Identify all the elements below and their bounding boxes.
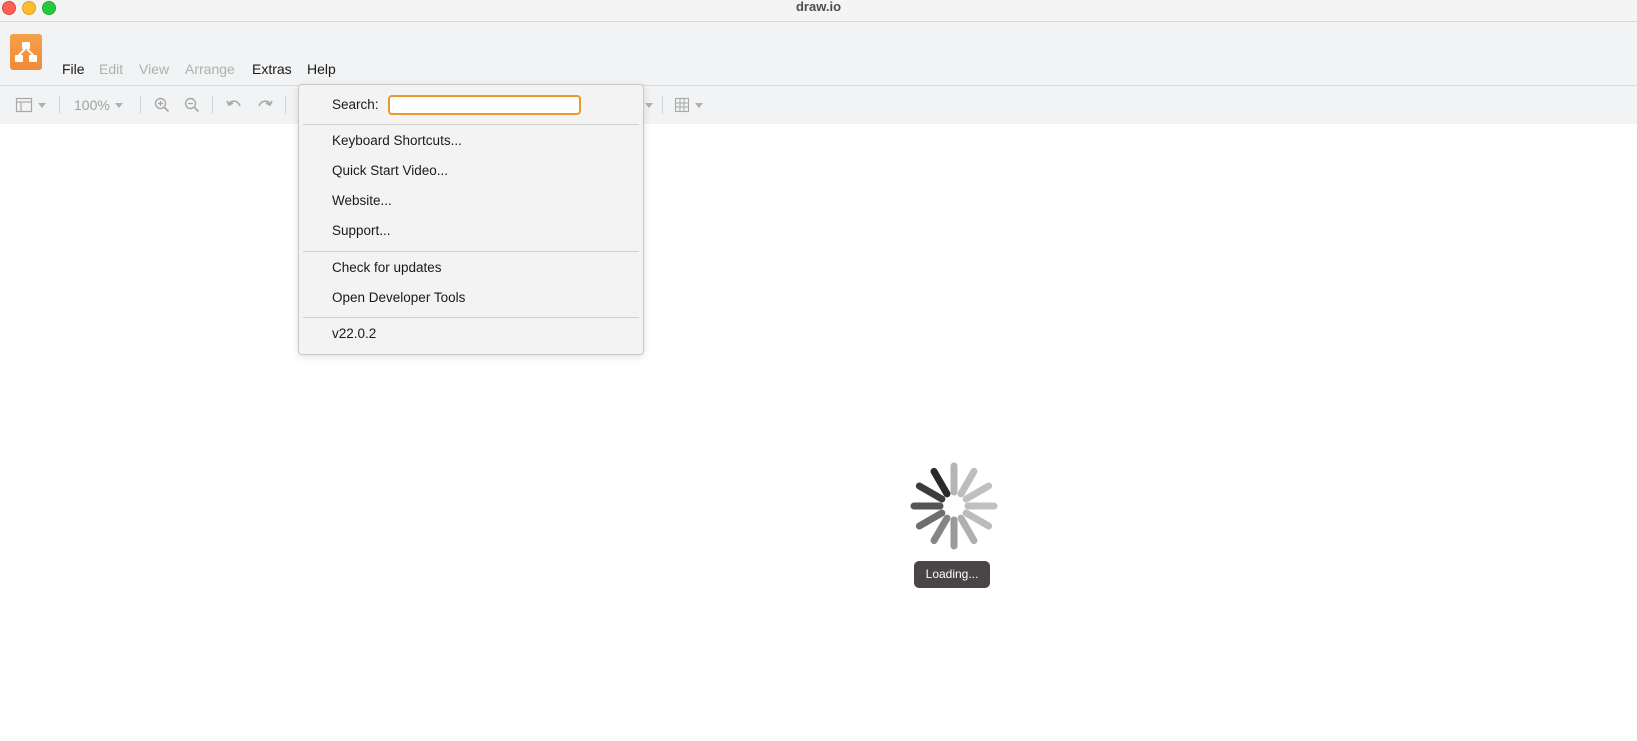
toolbar: 100% — [0, 85, 1637, 125]
window-title: draw.io — [795, 0, 842, 14]
zoom-out-button[interactable] — [183, 94, 201, 116]
format-panel-icon — [15, 97, 33, 113]
table-button[interactable] — [674, 94, 703, 116]
format-panel-button[interactable] — [15, 94, 46, 116]
menu-arrange[interactable]: Arrange — [185, 61, 235, 77]
drawio-logo-icon — [10, 34, 42, 70]
toolbar-divider — [285, 96, 286, 114]
menu-item-keyboard-shortcuts[interactable]: Keyboard Shortcuts... — [332, 133, 462, 148]
table-icon — [674, 97, 690, 113]
menu-item-quick-start-video[interactable]: Quick Start Video... — [332, 163, 448, 178]
chevron-down-icon — [695, 102, 703, 108]
menu-edit[interactable]: Edit — [99, 61, 123, 77]
help-search-input[interactable] — [388, 95, 581, 115]
toolbar-divider — [140, 96, 141, 114]
help-menu-dropdown: Search: Keyboard Shortcuts... Quick Star… — [298, 84, 644, 355]
zoom-in-button[interactable] — [153, 94, 171, 116]
menu-divider — [303, 124, 639, 125]
search-label: Search: — [332, 97, 379, 112]
zoom-level: 100% — [74, 97, 110, 113]
toolbar-divider — [59, 96, 60, 114]
chevron-down-icon — [38, 102, 46, 108]
menu-divider — [303, 251, 639, 252]
undo-button[interactable] — [225, 94, 243, 116]
loading-spinner-icon — [910, 462, 998, 550]
loading-badge: Loading... — [914, 561, 990, 588]
menu-file[interactable]: File — [62, 61, 85, 77]
diagram-canvas[interactable] — [0, 124, 1637, 741]
chevron-down-icon — [114, 102, 123, 108]
toolbar-divider — [662, 96, 663, 114]
menu-item-website[interactable]: Website... — [332, 193, 392, 208]
menubar: File Edit View Arrange Extras Help — [0, 22, 1637, 85]
chevron-down-icon — [645, 102, 653, 108]
menu-help[interactable]: Help — [307, 61, 336, 77]
menu-extras[interactable]: Extras — [252, 61, 292, 77]
zoom-out-icon — [184, 97, 200, 113]
toolbar-divider — [212, 96, 213, 114]
menu-item-version: v22.0.2 — [332, 326, 377, 341]
menu-divider — [303, 317, 639, 318]
menu-item-support[interactable]: Support... — [332, 223, 391, 238]
zoom-in-icon — [154, 97, 170, 113]
title-bar: draw.io — [0, 0, 1637, 22]
menu-item-open-developer-tools[interactable]: Open Developer Tools — [332, 290, 465, 305]
menu-item-check-for-updates[interactable]: Check for updates — [332, 260, 442, 275]
zoom-dropdown[interactable]: 100% — [74, 94, 123, 116]
undo-icon — [226, 100, 241, 107]
redo-icon — [258, 100, 273, 107]
redo-button[interactable] — [256, 94, 274, 116]
app-window: draw.io File Edit View Arrange Extras He… — [0, 0, 1637, 741]
menu-view[interactable]: View — [139, 61, 169, 77]
